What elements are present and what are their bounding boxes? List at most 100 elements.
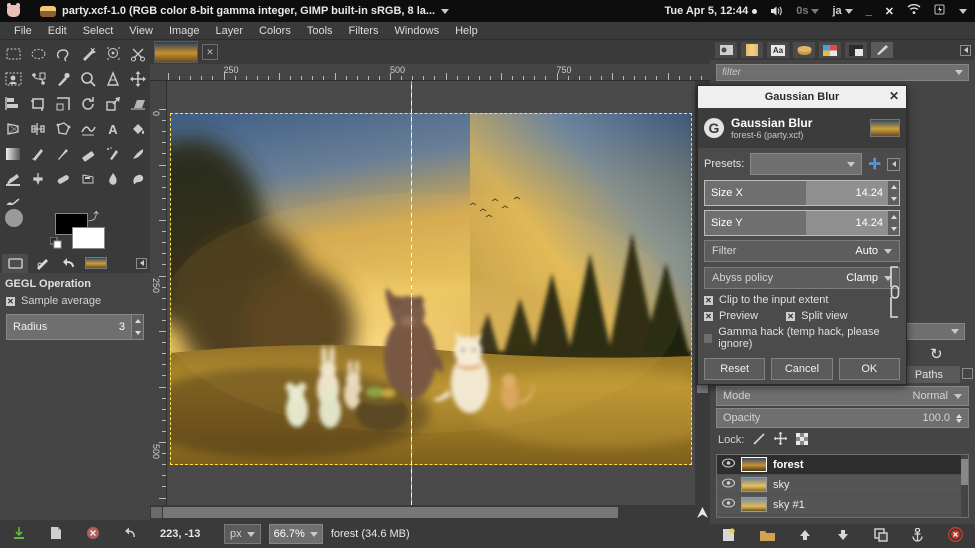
anchor-layer-icon[interactable] [911,528,924,545]
tab-brushes-icon[interactable] [740,41,764,59]
perspective-tool[interactable] [1,117,26,142]
hscroll-corner-button[interactable] [151,507,162,518]
save-icon[interactable] [12,526,26,543]
flip-tool[interactable] [26,117,51,142]
split-view-row[interactable]: ✕ Split view [786,310,847,322]
airbrush-tool[interactable] [101,142,126,167]
paths-tool[interactable] [26,67,51,92]
window-menu-chevron-icon[interactable] [441,9,449,14]
gamma-hack-checkbox[interactable]: ✕ [704,334,712,343]
rotate-tool[interactable] [76,92,101,117]
layer-row[interactable]: sky #1 [717,495,968,515]
color-picker-tool[interactable] [51,67,76,92]
transform-tool[interactable] [51,92,76,117]
paintbrush-tool[interactable] [51,142,76,167]
menu-edit[interactable]: Edit [40,23,75,39]
heal-tool[interactable] [51,167,76,192]
ellipse-select-tool[interactable] [26,42,51,67]
foreground-select-tool[interactable] [1,67,26,92]
horizontal-ruler[interactable]: 2505007501000 [150,64,710,81]
sample-average-row[interactable]: ✕ Sample average [0,293,150,309]
tab-patterns-icon[interactable] [792,41,816,59]
layer-visibility-eye-icon[interactable] [721,458,735,471]
lock-position-icon[interactable] [774,432,787,448]
left-dock-menu-button[interactable] [136,258,147,269]
delete-layer-icon[interactable] [948,527,963,545]
measure-tool[interactable] [101,67,126,92]
layer-list-scrollbar[interactable] [961,455,968,518]
new-layer-icon[interactable] [722,528,736,545]
menu-help[interactable]: Help [447,23,486,39]
menu-filters[interactable]: Filters [341,23,387,39]
cancel-button[interactable]: Cancel [771,358,832,380]
size-y-stepper[interactable] [888,211,899,235]
menu-layer[interactable]: Layer [208,23,252,39]
minimize-button[interactable]: _ [866,5,872,17]
menu-tools[interactable]: Tools [299,23,341,39]
cancel-icon[interactable] [86,526,100,543]
text-tool[interactable]: A [101,117,126,142]
scissors-select-tool[interactable] [126,42,151,67]
battery-icon[interactable] [934,4,946,18]
radius-stepper[interactable] [131,315,143,339]
undo-icon[interactable] [124,526,138,543]
ink-tool[interactable] [126,142,151,167]
link-sizes-chain-icon[interactable] [888,264,902,320]
vertical-ruler[interactable]: 0250500750 [150,81,167,505]
swap-colors-icon[interactable]: ⤴ [88,208,99,224]
system-clock[interactable]: Tue Apr 5, 12:44 [664,5,757,17]
size-y-spinner[interactable]: Size Y 14.24 [704,210,900,236]
layer-mode-selector[interactable]: Mode Normal [716,386,969,406]
warp-transform-tool[interactable] [76,117,101,142]
background-color-swatch[interactable] [72,227,105,249]
raise-layer-icon[interactable] [798,528,812,545]
horizontal-scrollbar[interactable] [150,505,695,520]
layer-visibility-eye-icon[interactable] [721,478,735,491]
tab-tool-options-icon[interactable] [714,41,738,59]
pencil-tool[interactable] [26,142,51,167]
layer-opacity-slider[interactable]: Opacity 100.0 [716,408,969,428]
canvas[interactable] [167,81,703,505]
clone-tool[interactable] [26,167,51,192]
tab-images[interactable] [83,254,109,273]
gradient-tool[interactable] [1,142,26,167]
image-tab-close-icon[interactable]: ✕ [202,44,218,60]
sample-average-checkbox[interactable]: ✕ [6,297,15,306]
tab-undo-history[interactable] [56,254,82,273]
tab-fonts-icon[interactable]: Aa [766,41,790,59]
reset-button[interactable]: Reset [704,358,765,380]
rect-select-tool[interactable] [1,42,26,67]
layer-row[interactable]: forest [717,455,968,475]
menu-windows[interactable]: Windows [386,23,447,39]
menu-colors[interactable]: Colors [251,23,299,39]
layer-row[interactable]: sky [717,475,968,495]
shear-tool[interactable] [126,92,151,117]
presets-dropdown[interactable] [750,153,862,175]
tab-gradients-icon[interactable] [818,41,842,59]
close-button[interactable]: ✕ [885,5,894,18]
filter-search-input[interactable]: filter [716,64,969,81]
ok-button[interactable]: OK [839,358,900,380]
tray-menu-chevron-icon[interactable] [959,9,967,14]
tab-palettes-icon[interactable] [844,41,868,59]
smudge-tool[interactable] [126,167,151,192]
free-select-tool[interactable] [51,42,76,67]
reset-colors-icon[interactable] [50,237,60,247]
right-dock-menu-button[interactable] [960,45,971,56]
radius-spinner[interactable]: Radius 3 [6,314,144,340]
perspective-clone-tool[interactable] [76,167,101,192]
fuzzy-select-tool[interactable] [76,42,101,67]
preview-checkbox[interactable]: ✕ [704,312,713,321]
unit-selector[interactable]: px [224,524,261,544]
new-group-icon[interactable] [760,529,775,544]
document-icon[interactable] [50,526,62,543]
blur-sharpen-tool[interactable] [101,167,126,192]
move-tool[interactable] [126,67,151,92]
preset-menu-button[interactable] [887,158,900,171]
mypaint-brush-tool[interactable] [1,167,26,192]
select-by-color-tool[interactable] [101,42,126,67]
hscroll-thumb[interactable] [163,507,618,518]
add-preset-icon[interactable]: ✛ [868,155,881,173]
layer-list[interactable]: forestskysky #1Background [716,454,969,518]
tab-paint-dynamics-icon[interactable] [870,41,894,59]
